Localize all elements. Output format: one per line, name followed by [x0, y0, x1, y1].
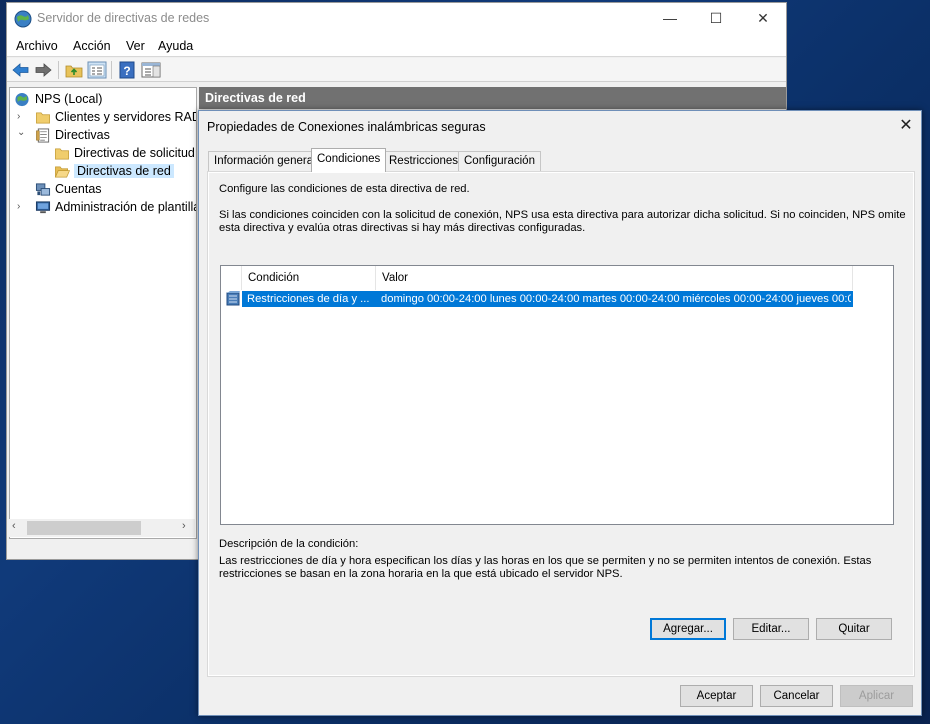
- description-line-1: Las restricciones de día y hora especifi…: [219, 555, 872, 567]
- aceptar-button[interactable]: Aceptar: [680, 685, 753, 707]
- folder-icon: [55, 148, 69, 160]
- tree-item-directivas[interactable]: ⌄ Directivas: [14, 127, 196, 145]
- forward-arrow-icon[interactable]: [33, 61, 53, 79]
- computer-icon: [35, 201, 51, 214]
- menu-ayuda[interactable]: Ayuda: [158, 39, 193, 53]
- properties-dialog: Propiedades de Conexiones inalámbricas s…: [198, 110, 922, 716]
- expand-chevron-icon[interactable]: ›: [17, 202, 27, 212]
- tree-item-nps-local[interactable]: NPS (Local): [14, 91, 196, 109]
- tree-item-label: Directivas: [55, 128, 110, 142]
- expand-chevron-icon[interactable]: ›: [17, 112, 27, 122]
- column-header-valor[interactable]: Valor: [376, 266, 853, 290]
- dialog-title: Propiedades de Conexiones inalámbricas s…: [207, 120, 486, 134]
- table-row[interactable]: Restricciones de día y ... domingo 00:00…: [242, 291, 853, 307]
- accounting-icon: [35, 183, 51, 196]
- description-label: Descripción de la condición:: [219, 538, 359, 550]
- tree-item-cuentas[interactable]: Cuentas: [14, 181, 196, 199]
- help-icon[interactable]: ?: [117, 61, 137, 79]
- description-line-2: restricciones se basan en la zona horari…: [219, 568, 623, 580]
- quitar-button[interactable]: Quitar: [816, 618, 892, 640]
- menu-bar: Archivo Acción Ver Ayuda: [7, 35, 786, 57]
- tab-condiciones[interactable]: Condiciones: [311, 148, 387, 172]
- agregar-button[interactable]: Agregar...: [650, 618, 726, 640]
- aplicar-button[interactable]: Aplicar: [840, 685, 913, 707]
- tree-horizontal-scrollbar[interactable]: ‹ ›: [9, 519, 195, 537]
- explanation-line-2: esta directiva y evalúa otras directivas…: [219, 222, 586, 234]
- editar-button[interactable]: Editar...: [733, 618, 809, 640]
- scrollbar-thumb[interactable]: [27, 521, 141, 535]
- back-arrow-icon[interactable]: [11, 61, 31, 79]
- tree-item-administracion-plantillas[interactable]: › Administración de plantillas: [14, 199, 197, 217]
- toolbar: ?: [7, 58, 786, 82]
- up-folder-icon[interactable]: [64, 61, 84, 79]
- menu-archivo[interactable]: Archivo: [16, 39, 58, 53]
- svg-text:?: ?: [123, 64, 130, 78]
- tree-item-label: Cuentas: [55, 182, 102, 196]
- scroll-left-arrow-icon[interactable]: ‹: [12, 520, 16, 532]
- list-column-header: Condición Valor: [221, 266, 893, 290]
- collapse-chevron-icon[interactable]: ⌄: [17, 128, 27, 138]
- tab-configuracion[interactable]: Configuración: [458, 151, 541, 171]
- policy-icon: [36, 128, 50, 143]
- folder-open-icon: [54, 166, 70, 178]
- tab-panel-body: Configure las condiciones de esta direct…: [208, 172, 914, 676]
- tree-item-directivas-red[interactable]: Directivas de red: [14, 163, 196, 181]
- minimize-button[interactable]: —: [647, 3, 693, 35]
- menu-accion[interactable]: Acción: [73, 39, 111, 53]
- toolbar-separator: [58, 61, 59, 79]
- value-cell: domingo 00:00-24:00 lunes 00:00-24:00 ma…: [381, 293, 851, 305]
- server-globe-icon: [15, 92, 29, 107]
- condition-clock-icon: [226, 291, 240, 306]
- window-title: Servidor de directivas de redes: [37, 11, 210, 25]
- result-pane-header: Directivas de red: [199, 87, 786, 109]
- condition-cell: Restricciones de día y ...: [247, 293, 370, 305]
- column-header-condicion[interactable]: Condición: [242, 266, 376, 290]
- maximize-button[interactable]: ☐: [693, 3, 739, 35]
- tab-panel-condiciones: Configure las condiciones de esta direct…: [207, 171, 915, 677]
- conditions-list[interactable]: Condición Valor Restricciones de día y .…: [220, 265, 894, 525]
- tree-item-label: Clientes y servidores RADIUS: [55, 110, 196, 124]
- tree-item-label: Directivas de red: [74, 164, 174, 178]
- folder-icon: [36, 112, 50, 124]
- toolbar-separator: [111, 61, 112, 79]
- cancelar-button[interactable]: Cancelar: [760, 685, 833, 707]
- tree-item-label: Administración de plantillas: [55, 200, 197, 214]
- tree-item-directivas-solicitud[interactable]: Directivas de solicitud de conexión: [14, 145, 196, 163]
- tab-restricciones[interactable]: Restricciones: [383, 151, 465, 171]
- show-hide-tree-icon[interactable]: [87, 61, 107, 79]
- column-icon-header: [221, 266, 242, 290]
- intro-text: Configure las condiciones de esta direct…: [219, 183, 470, 195]
- explanation-line-1: Si las condiciones coinciden con la soli…: [219, 209, 906, 221]
- close-button[interactable]: ✕: [740, 3, 786, 35]
- tree-item-label: NPS (Local): [35, 92, 103, 106]
- title-bar[interactable]: Servidor de directivas de redes — ☐ ✕: [7, 3, 786, 35]
- console-tree: NPS (Local) › Clientes y servidores RADI…: [9, 87, 197, 539]
- tab-informacion-general[interactable]: Información general: [208, 151, 322, 171]
- server-globe-icon: [14, 10, 32, 28]
- tree-item-label: Directivas de solicitud de conexión: [74, 146, 196, 160]
- dialog-close-button[interactable]: ✕: [893, 115, 919, 137]
- menu-ver[interactable]: Ver: [126, 39, 145, 53]
- tree-item-clientes-radius[interactable]: › Clientes y servidores RADIUS: [14, 109, 196, 127]
- scroll-right-arrow-icon[interactable]: ›: [182, 520, 186, 532]
- action-pane-icon[interactable]: [141, 61, 161, 79]
